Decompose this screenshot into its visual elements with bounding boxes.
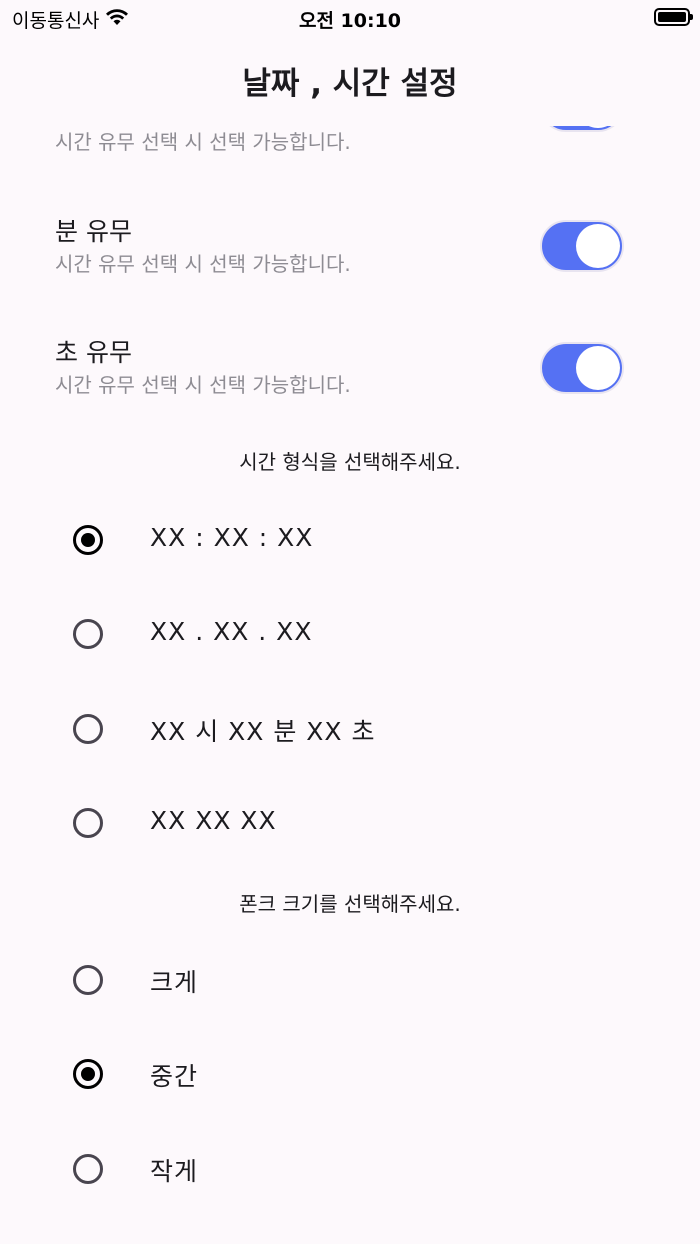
status-time: 오전 10:10 xyxy=(298,10,402,32)
radio-selected-icon[interactable] xyxy=(73,1059,103,1089)
switch-knob xyxy=(576,126,620,128)
font-size-label: 폰크 크기를 선택해주세요. xyxy=(239,892,461,916)
minute-switch[interactable] xyxy=(540,220,624,272)
time-format-option[interactable]: XX XX XX xyxy=(0,793,700,853)
page-title: 날짜 , 시간 설정 xyxy=(242,66,458,102)
status-bar: 이동통신사 오전 10:10 xyxy=(0,0,700,36)
font-size-option[interactable]: 크게 xyxy=(0,950,700,1010)
radio-selected-icon[interactable] xyxy=(73,525,103,555)
toggle-row-hour: 시간 유무 선택 시 선택 가능합니다. xyxy=(0,126,700,190)
font-size-option[interactable]: 작게 xyxy=(0,1139,700,1199)
screen: 이동통신사 오전 10:10 날짜 , 시간 설정 시간 유무 선택 시 선택 … xyxy=(0,0,700,1244)
time-format-option[interactable]: XX : XX : XX xyxy=(0,510,700,570)
radio-unselected-icon[interactable] xyxy=(73,619,103,649)
toggle-subtitle: 시간 유무 선택 시 선택 가능합니다. xyxy=(55,130,351,154)
time-format-option[interactable]: XX . XX . XX xyxy=(0,604,700,664)
time-format-label: 시간 형식을 선택해주세요. xyxy=(239,450,461,474)
hour-switch[interactable] xyxy=(540,126,624,132)
battery-icon xyxy=(654,8,693,26)
toggle-title: 분 유무 xyxy=(55,217,132,246)
second-switch[interactable] xyxy=(540,342,624,394)
toggle-subtitle: 시간 유무 선택 시 선택 가능합니다. xyxy=(55,252,351,276)
radio-label: XX . XX . XX xyxy=(150,617,313,646)
radio-unselected-icon[interactable] xyxy=(73,1154,103,1184)
toggle-row-minute: 분 유무 시간 유무 선택 시 선택 가능합니다. xyxy=(0,212,700,312)
radio-label: XX XX XX xyxy=(150,806,277,835)
font-size-option[interactable]: 중간 xyxy=(0,1044,700,1104)
radio-label: 크게 xyxy=(150,968,199,997)
switch-knob xyxy=(576,224,620,268)
toggle-title: 초 유무 xyxy=(55,338,132,367)
time-format-option[interactable]: XX 시 XX 분 XX 초 xyxy=(0,699,700,759)
radio-unselected-icon[interactable] xyxy=(73,714,103,744)
battery-fill xyxy=(658,12,686,22)
radio-unselected-icon[interactable] xyxy=(73,808,103,838)
settings-list[interactable]: 시간 유무 선택 시 선택 가능합니다. 분 유무 시간 유무 선택 시 선택 … xyxy=(0,126,700,1244)
toggle-row-second: 초 유무 시간 유무 선택 시 선택 가능합니다. xyxy=(0,333,700,433)
radio-label: XX : XX : XX xyxy=(150,523,314,552)
radio-unselected-icon[interactable] xyxy=(73,965,103,995)
switch-knob xyxy=(576,346,620,390)
radio-label: 작게 xyxy=(150,1157,199,1186)
toggle-subtitle: 시간 유무 선택 시 선택 가능합니다. xyxy=(55,373,351,397)
radio-label: XX 시 XX 분 XX 초 xyxy=(150,717,376,746)
radio-label: 중간 xyxy=(150,1062,199,1091)
